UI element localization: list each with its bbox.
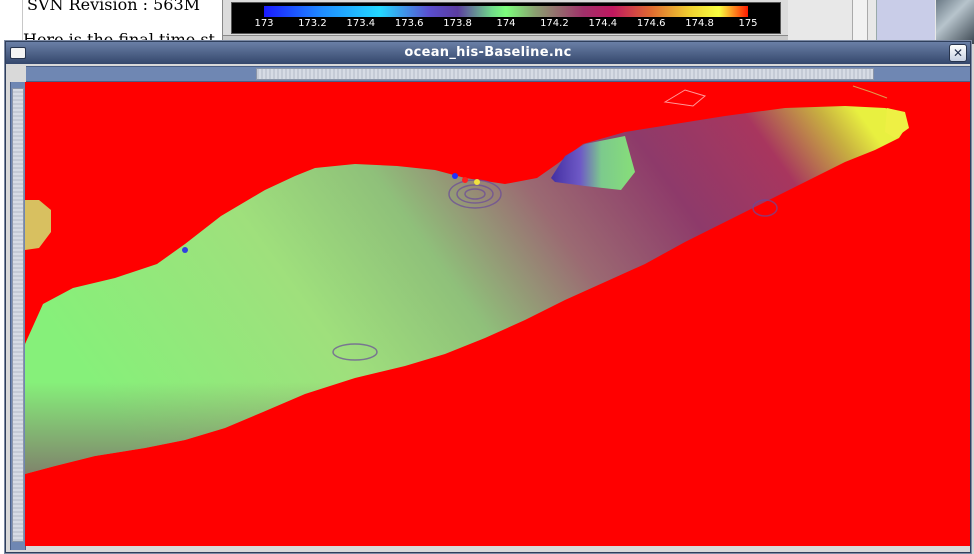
colorbar-tick-label: 173.8 bbox=[443, 18, 472, 29]
colorbar-tick-label: 173.6 bbox=[394, 18, 424, 29]
background-photo bbox=[936, 0, 974, 44]
colorbar-tick-label: 174.2 bbox=[540, 18, 569, 29]
colorbar-tick-label: 174 bbox=[496, 18, 516, 29]
horizontal-scrollbar[interactable] bbox=[26, 66, 970, 82]
window-title: ocean_his-Baseline.nc bbox=[404, 45, 572, 60]
colorbar-window: 173 173.2 173.4 173.6 173.8 174 174.2 174.4 174.… bbox=[222, 0, 790, 45]
close-icon[interactable]: ✕ bbox=[949, 44, 967, 62]
window-titlebar[interactable]: ocean_his-Baseline.nc ✕ bbox=[6, 42, 970, 64]
lake-field-plot bbox=[25, 85, 909, 474]
horizontal-scroll-thumb[interactable] bbox=[256, 68, 874, 80]
colorbar-tick-label: 174.4 bbox=[588, 18, 618, 29]
background-thumbnail bbox=[876, 0, 935, 44]
north-bay bbox=[551, 136, 635, 190]
viewer-window: ocean_his-Baseline.nc ✕ bbox=[5, 41, 971, 553]
map-canvas[interactable] bbox=[25, 82, 970, 546]
colorbar-tick-label: 174.8 bbox=[685, 18, 714, 29]
colorbar-tick-label: 173.2 bbox=[298, 18, 327, 29]
scroll-corner bbox=[6, 66, 24, 80]
west-inlet bbox=[25, 200, 51, 250]
east-tip bbox=[885, 108, 909, 138]
colorbar-tick-label: 174.6 bbox=[636, 18, 666, 29]
vertical-scroll-thumb[interactable] bbox=[12, 88, 24, 542]
vertical-scrollbar[interactable] bbox=[10, 82, 26, 550]
colorbar-frame: 173 173.2 173.4 173.6 173.8 174 174.2 174.4 174.… bbox=[231, 2, 781, 34]
background-scrollbar[interactable] bbox=[852, 0, 868, 44]
colorbar-gradient bbox=[264, 6, 748, 17]
document-text-svn-revision: SVN Revision : 563M bbox=[27, 0, 201, 14]
colorbar-tick-label: 175 bbox=[738, 18, 758, 29]
colorbar-tick-label: 173.4 bbox=[346, 18, 376, 29]
colorbar-tick-labels: 173 173.2 173.4 173.6 173.8 174 174.2 174.4 174.… bbox=[254, 18, 757, 32]
colorbar-tick-label: 173 bbox=[254, 18, 274, 29]
